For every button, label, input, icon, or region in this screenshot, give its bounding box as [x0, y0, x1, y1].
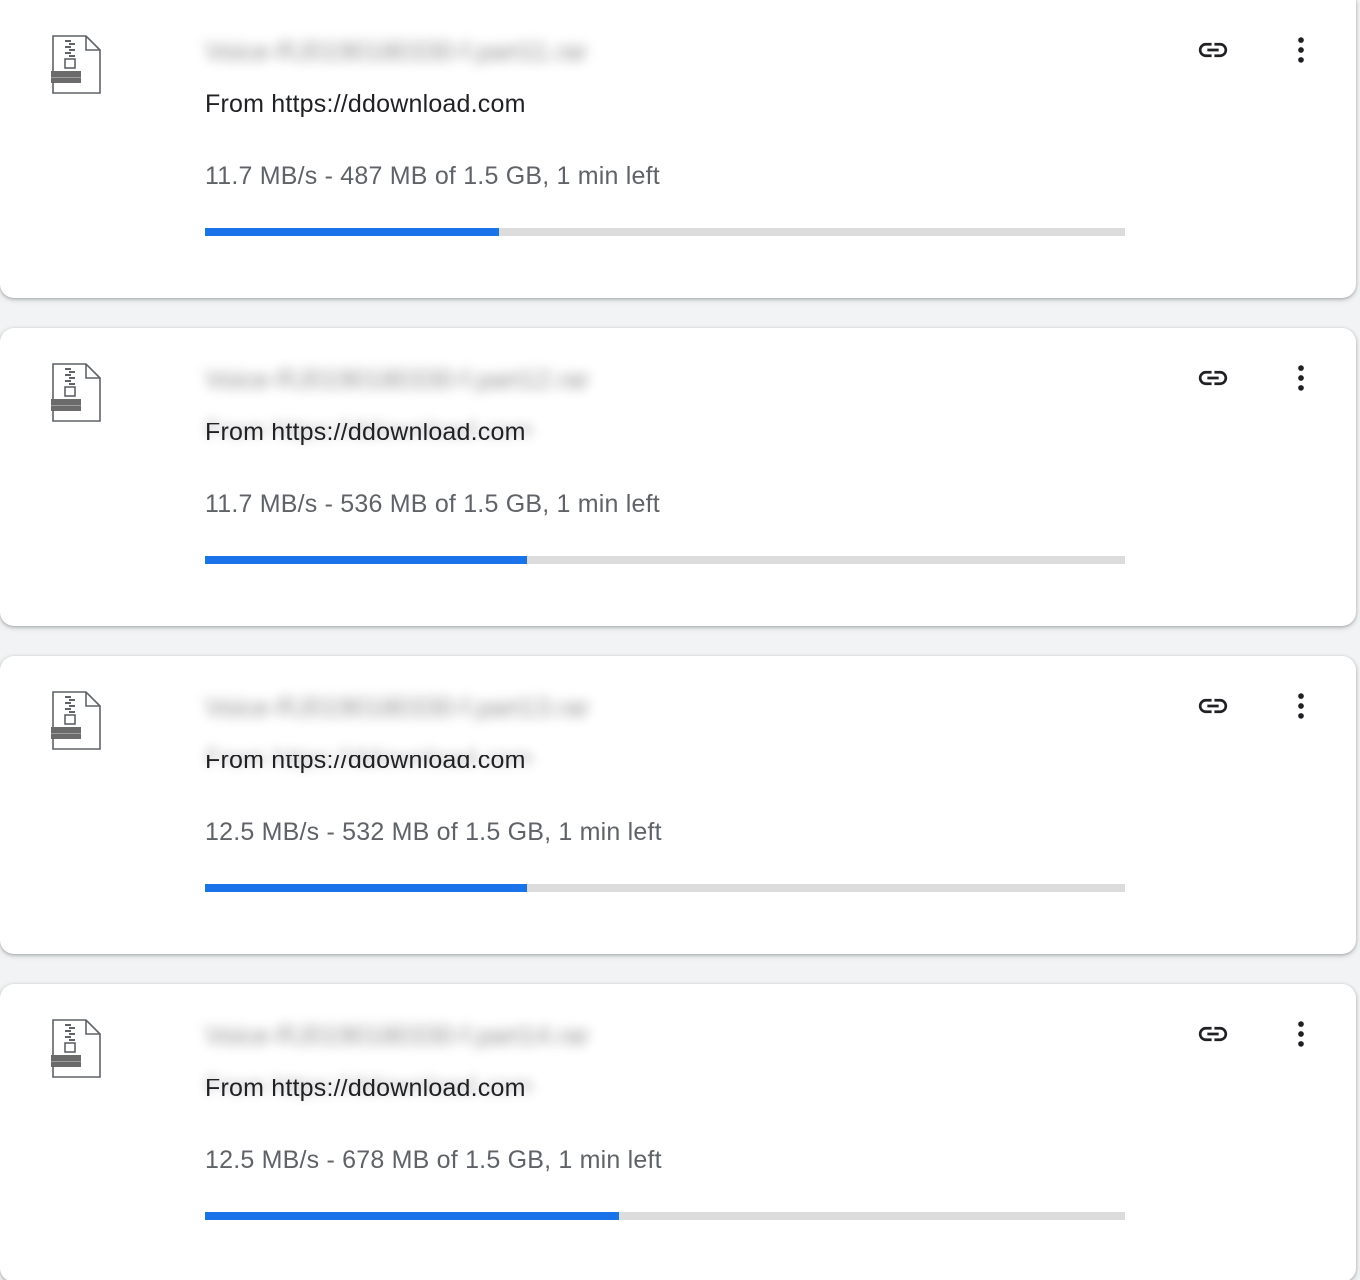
- file-name[interactable]: Voice-RJ0190180330-f.part12.rar: [205, 364, 589, 395]
- copy-link-button[interactable]: [1195, 34, 1231, 70]
- file-name[interactable]: Voice-RJ0190180330-f.part13.rar: [205, 692, 589, 723]
- copy-link-button[interactable]: [1195, 362, 1231, 398]
- archive-file-icon: [50, 362, 102, 424]
- copy-link-button[interactable]: [1195, 1018, 1231, 1054]
- more-vert-icon: [1284, 689, 1318, 728]
- link-icon: [1196, 689, 1230, 728]
- link-icon: [1196, 1017, 1230, 1056]
- link-icon: [1196, 33, 1230, 72]
- more-vert-icon: [1284, 1017, 1318, 1056]
- progress-fill: [205, 884, 527, 892]
- archive-file-icon: [50, 34, 102, 96]
- download-status: 11.7 MB/s - 536 MB of 1.5 GB, 1 min left: [205, 490, 660, 518]
- more-vert-icon: [1284, 361, 1318, 400]
- download-status: 12.5 MB/s - 532 MB of 1.5 GB, 1 min left: [205, 818, 662, 846]
- download-item: Voice-RJ0190180330-f.part12.rar From htt…: [0, 328, 1356, 626]
- file-name[interactable]: Voice-RJ0190180330-f.part14.rar: [205, 1020, 589, 1051]
- download-item: Voice-RJ0190180330-f.part14.rar From htt…: [0, 984, 1356, 1280]
- progress-fill: [205, 1212, 619, 1220]
- more-actions-button[interactable]: [1283, 362, 1319, 398]
- more-actions-button[interactable]: [1283, 34, 1319, 70]
- progress-fill: [205, 228, 500, 236]
- copy-link-button[interactable]: [1195, 690, 1231, 726]
- archive-file-icon: [50, 1018, 102, 1080]
- progress-bar: [205, 884, 1125, 892]
- download-item: Voice-RJ0190180330-f.part13.rar From htt…: [0, 656, 1356, 954]
- download-status: 12.5 MB/s - 678 MB of 1.5 GB, 1 min left: [205, 1146, 662, 1174]
- more-actions-button[interactable]: [1283, 690, 1319, 726]
- download-item: Voice-RJ0190180330-f.part11.rar From htt…: [0, 0, 1356, 298]
- more-vert-icon: [1284, 33, 1318, 72]
- download-status: 11.7 MB/s - 487 MB of 1.5 GB, 1 min left: [205, 162, 660, 190]
- link-icon: [1196, 361, 1230, 400]
- downloads-list: Voice-RJ0190180330-f.part11.rar From htt…: [0, 0, 1360, 1280]
- progress-bar: [205, 1212, 1125, 1220]
- more-actions-button[interactable]: [1283, 1018, 1319, 1054]
- progress-fill: [205, 556, 527, 564]
- source-url[interactable]: From https://ddownload.com: [205, 90, 526, 119]
- progress-bar: [205, 228, 1125, 236]
- file-name[interactable]: Voice-RJ0190180330-f.part11.rar: [205, 36, 588, 67]
- archive-file-icon: [50, 690, 102, 752]
- progress-bar: [205, 556, 1125, 564]
